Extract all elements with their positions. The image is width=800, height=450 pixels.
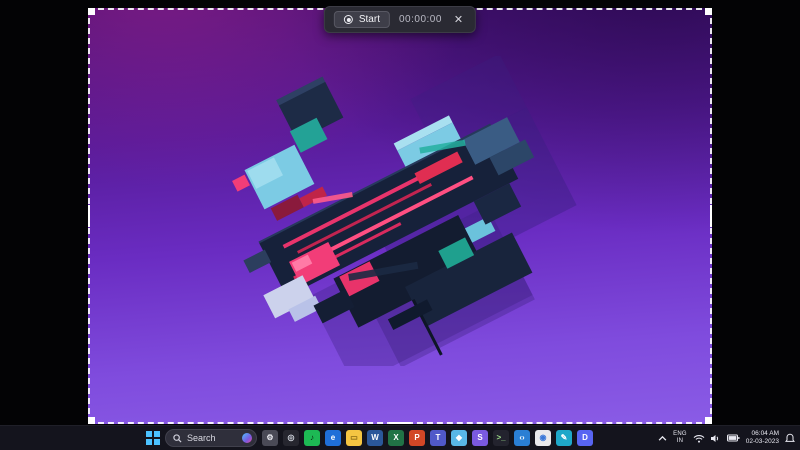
language-indicator[interactable]: ENG IN [673,431,687,445]
close-icon[interactable]: ✕ [451,13,466,26]
edge-icon[interactable]: e [325,430,341,446]
photos-icon[interactable]: ◆ [451,430,467,446]
hidden-icons-chevron-icon[interactable] [658,435,667,442]
battery-icon[interactable] [727,434,740,442]
file-explorer-icon[interactable]: ▭ [346,430,362,446]
windows-logo-icon [146,431,152,437]
resize-handle-bottom-left[interactable] [88,417,95,424]
resize-handle-right[interactable] [710,205,712,227]
word-icon[interactable]: W [367,430,383,446]
wallpaper-art [220,56,580,366]
resize-handle-top-right[interactable] [705,8,712,15]
tray-time: 06:04 AM [746,430,779,438]
settings-icon[interactable]: ⚙ [262,430,278,446]
resize-handle-top-left[interactable] [88,8,95,15]
taskbar-center-group: Search ⚙ ◎ ♪ e ▭ WXPT ◆ S >_ ‹› ◉ ✎ D [146,426,593,450]
terminal-icon[interactable]: >_ [493,430,509,446]
system-tray: ENG IN 06:04 AM 02-03-2023 [658,426,795,450]
screen-recorder-toolbar: Start 00:00:00 ✕ [324,6,476,33]
search-box[interactable]: Search [165,429,257,447]
teams-icon[interactable]: T [430,430,446,446]
record-icon [344,15,353,24]
chrome-icon[interactable]: ◉ [535,430,551,446]
tray-date: 02-03-2023 [746,438,779,446]
excel-icon[interactable]: X [388,430,404,446]
start-label: Start [359,14,380,25]
desktop-wallpaper [88,8,712,424]
start-recording-button[interactable]: Start [334,11,390,28]
resize-handle-bottom[interactable] [389,422,411,424]
search-highlights-icon [242,433,252,443]
taskbar: Search ⚙ ◎ ♪ e ▭ WXPT ◆ S >_ ‹› ◉ ✎ D ENG IN [0,425,800,450]
volume-icon[interactable] [711,434,721,443]
discord-icon[interactable]: D [577,430,593,446]
wifi-icon[interactable] [693,434,705,443]
resize-handle-left[interactable] [88,205,90,227]
recording-timer: 00:00:00 [399,14,442,25]
spotify-icon[interactable]: ♪ [304,430,320,446]
paint-icon[interactable]: ✎ [556,430,572,446]
clock[interactable]: 06:04 AM 02-03-2023 [746,430,779,446]
powerpoint-icon[interactable]: P [409,430,425,446]
taskbar-app-icons: ⚙ ◎ ♪ e ▭ WXPT ◆ S >_ ‹› ◉ ✎ D [262,430,593,446]
search-icon [173,434,182,443]
start-menu-button[interactable] [146,431,160,445]
store-icon[interactable]: S [472,430,488,446]
notifications-bell-icon[interactable] [785,433,795,443]
resize-handle-bottom-right[interactable] [705,417,712,424]
obs-recorder-icon[interactable]: ◎ [283,430,299,446]
vscode-icon[interactable]: ‹› [514,430,530,446]
search-placeholder: Search [187,433,216,443]
